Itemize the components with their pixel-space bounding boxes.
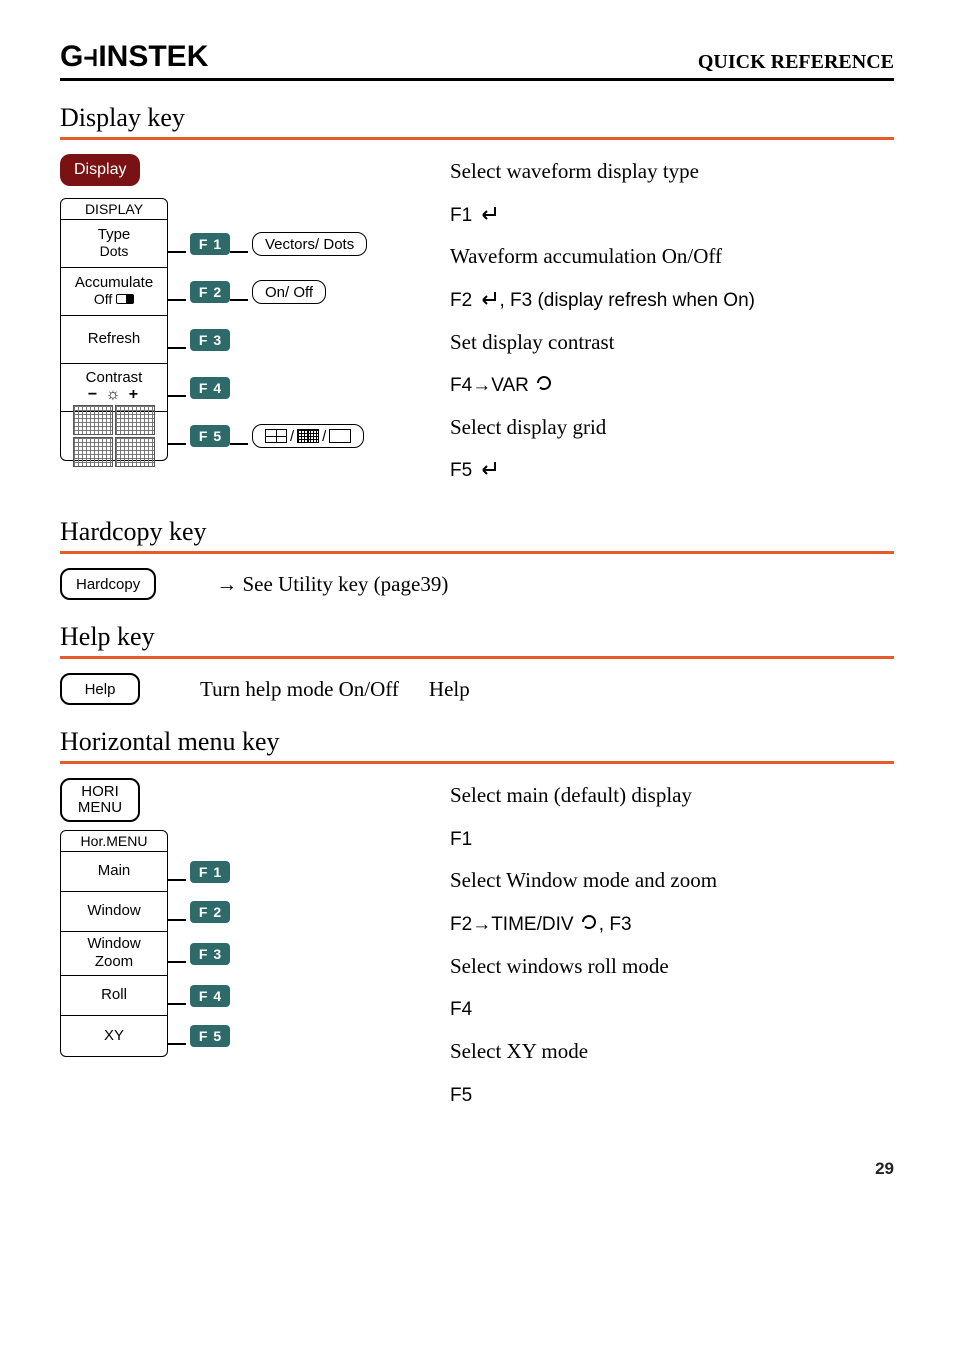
hardcopy-note: → See Utility key (page39) (216, 572, 448, 597)
menu-sublabel: Zoom (95, 953, 133, 970)
timediv-label: TIME/DIV (491, 914, 573, 935)
menu-label: Contrast (86, 369, 143, 386)
display-key-section: Display key Display DISPLAY Type Dots Ac… (60, 103, 894, 495)
desc-text: Select Window mode and zoom (450, 863, 894, 898)
enter-icon (477, 290, 499, 308)
page-number: 29 (60, 1159, 894, 1179)
grid-thumb-icon (73, 437, 113, 467)
horizontal-descriptions: Select main (default) display F1 Select … (450, 778, 894, 1119)
section-rule (60, 656, 894, 659)
display-menu: DISPLAY Type Dots Accumulate Off Refresh… (60, 198, 168, 461)
desc-text: Select windows roll mode (450, 949, 894, 984)
option-on-off: On/ Off (252, 280, 326, 304)
f5-tag[interactable]: F5 (190, 1025, 230, 1047)
menu-item-type: Type Dots (61, 220, 167, 268)
fkey-label: F1 (450, 829, 472, 850)
f2-tag[interactable]: F2 (190, 901, 230, 923)
help-label: Help (429, 677, 470, 702)
section-title: Help key (60, 622, 894, 652)
desc-text: Select XY mode (450, 1034, 894, 1069)
menu-item-main: Main (61, 852, 167, 892)
menu-label: Window (87, 902, 140, 919)
desc-text: Select main (default) display (450, 778, 894, 813)
quick-reference-label: QUICK REFERENCE (698, 51, 894, 74)
grid-full-icon (265, 429, 287, 443)
menu-label: Refresh (88, 330, 141, 347)
f1-tag[interactable]: F1 (190, 233, 230, 255)
desc-text: Set display contrast (450, 325, 894, 360)
desc-text: Select display grid (450, 410, 894, 445)
menu-label: Type (98, 226, 131, 243)
option-vectors-dots: Vectors/ Dots (252, 232, 367, 256)
section-rule (60, 551, 894, 554)
key-label-line1: HORI (78, 784, 122, 800)
display-descriptions: Select waveform display type F1 Waveform… (450, 154, 894, 495)
help-desc: Turn help mode On/Off (200, 677, 399, 702)
menu-item-xy: XY (61, 1016, 167, 1056)
grid-dots-icon (297, 429, 319, 443)
f4-tag[interactable]: F4 (190, 985, 230, 1007)
grid-frame-icon (329, 429, 351, 443)
help-key[interactable]: Help (60, 673, 140, 705)
fkey-label: F5 (450, 460, 472, 481)
knob-icon (579, 912, 599, 932)
menu-sublabel: Off (94, 291, 134, 307)
grid-thumb-icon (115, 405, 155, 435)
desc-text: Select waveform display type (450, 154, 894, 189)
fkey-label: F1 (450, 205, 472, 226)
key-label-line2: MENU (78, 800, 122, 816)
hori-menu-key[interactable]: HORI MENU (60, 778, 140, 822)
section-title: Hardcopy key (60, 517, 894, 547)
menu-sublabel: Dots (100, 243, 129, 259)
tail-text: , F3 (599, 914, 632, 935)
help-key-section: Help key Help Turn help mode On/Off Help (60, 622, 894, 705)
fkey-label: F4 (450, 375, 472, 396)
section-title: Display key (60, 103, 894, 133)
menu-label: Window (87, 935, 140, 952)
menu-item-grid (61, 412, 167, 460)
menu-label: Accumulate (75, 274, 153, 291)
menu-header: DISPLAY (61, 199, 167, 220)
fkey-label: F2 (450, 914, 472, 935)
menu-label: XY (104, 1027, 124, 1044)
fkey-label: F2 (450, 290, 472, 311)
menu-header: Hor.MENU (61, 831, 167, 852)
tail-text: , F3 (display refresh when On) (499, 290, 755, 311)
menu-item-window: Window (61, 892, 167, 932)
f1-tag[interactable]: F1 (190, 861, 230, 883)
grid-thumb-icon (73, 405, 113, 435)
menu-item-refresh: Refresh (61, 316, 167, 364)
page-header: G⫞INSTEK QUICK REFERENCE (60, 40, 894, 81)
contrast-icons: − ☼ + (88, 386, 140, 404)
menu-label: Main (98, 862, 131, 879)
horizontal-menu: Hor.MENU Main Window Window Zoom Roll XY (60, 830, 168, 1057)
var-label: VAR (491, 375, 529, 396)
fkey-label: F5 (450, 1085, 472, 1106)
option-grid-icons: / / (252, 424, 364, 448)
section-rule (60, 761, 894, 764)
display-key[interactable]: Display (60, 154, 140, 186)
enter-icon (477, 460, 499, 478)
menu-item-accumulate: Accumulate Off (61, 268, 167, 316)
toggle-icon (116, 294, 134, 304)
f3-tag[interactable]: F3 (190, 329, 230, 351)
f3-tag[interactable]: F3 (190, 943, 230, 965)
grid-thumb-icon (115, 437, 155, 467)
brand-logo: G⫞INSTEK (60, 40, 208, 74)
f4-tag[interactable]: F4 (190, 377, 230, 399)
menu-label: Roll (101, 986, 127, 1003)
desc-text: Waveform accumulation On/Off (450, 239, 894, 274)
f5-tag[interactable]: F5 (190, 425, 230, 447)
f2-tag[interactable]: F2 (190, 281, 230, 303)
hardcopy-key-section: Hardcopy key Hardcopy → See Utility key … (60, 517, 894, 600)
section-title: Horizontal menu key (60, 727, 894, 757)
hardcopy-key[interactable]: Hardcopy (60, 568, 156, 600)
horizontal-menu-section: Horizontal menu key HORI MENU Hor.MENU M… (60, 727, 894, 1119)
menu-item-window-zoom: Window Zoom (61, 932, 167, 976)
knob-icon (534, 373, 554, 393)
enter-icon (477, 205, 499, 223)
fkey-label: F4 (450, 999, 472, 1020)
section-rule (60, 137, 894, 140)
menu-item-roll: Roll (61, 976, 167, 1016)
